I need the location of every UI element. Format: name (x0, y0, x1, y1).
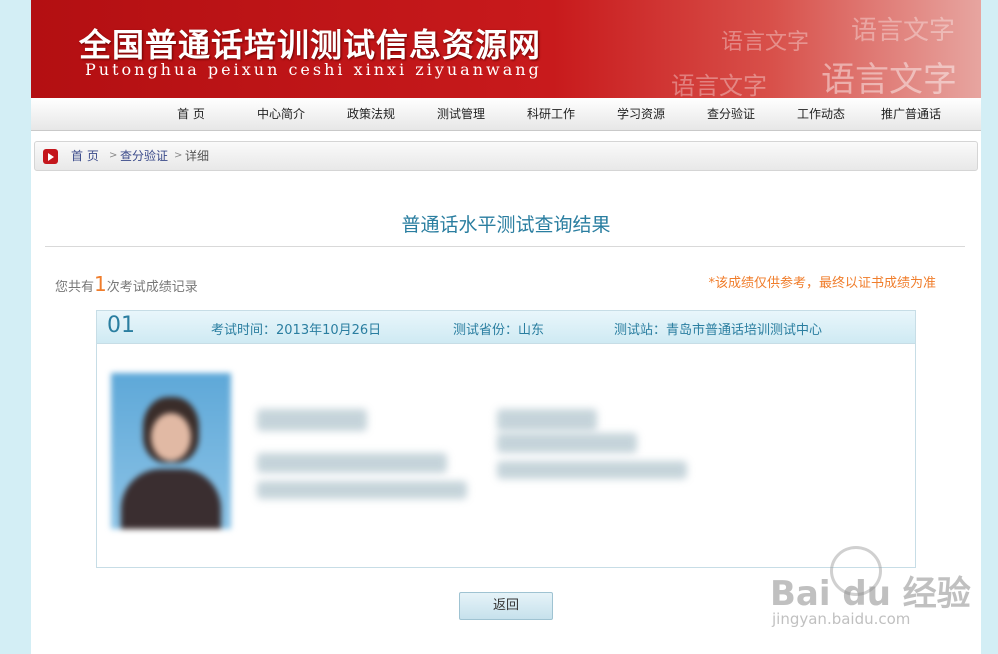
breadcrumb: 首 页 > 查分验证 > 详细 (34, 141, 978, 171)
exam-station: 测试站：青岛市普通话培训测试中心 (614, 323, 823, 338)
blurred-info (257, 481, 467, 499)
nav-item-policy[interactable]: 政策法规 (326, 98, 416, 130)
divider (45, 246, 965, 247)
nav-item-news[interactable]: 工作动态 (776, 98, 866, 130)
banner-decoration: 语言文字 (851, 16, 956, 46)
blurred-info (257, 409, 367, 431)
breadcrumb-separator: > (174, 150, 183, 161)
nav-item-resources[interactable]: 学习资源 (596, 98, 686, 130)
record-number: 01 (107, 313, 135, 338)
nav-item-home[interactable]: 首 页 (146, 98, 236, 130)
nav-item-research[interactable]: 科研工作 (506, 98, 596, 130)
back-button[interactable]: 返回 (459, 592, 553, 620)
breadcrumb-current: 详细 (185, 149, 210, 163)
nav-item-about[interactable]: 中心简介 (236, 98, 326, 130)
exam-time: 考试时间：2013年10月26日 (211, 323, 382, 338)
breadcrumb-separator: > (109, 150, 118, 161)
breadcrumb-home[interactable]: 首 页 (71, 142, 99, 170)
banner-decoration: 语言文字 (721, 30, 810, 55)
nav-item-score-check[interactable]: 查分验证 (686, 98, 776, 130)
site-subtitle: Putonghua peixun ceshi xinxi ziyuanwang (85, 60, 542, 79)
candidate-photo (111, 373, 231, 529)
banner-decoration: 语言文字 (821, 60, 957, 98)
nav-item-test-management[interactable]: 测试管理 (416, 98, 506, 130)
play-arrow-icon (43, 149, 58, 164)
record-suffix: 次考试成绩记录 (106, 280, 198, 295)
blurred-info (257, 453, 447, 473)
page-title: 普通话水平测试查询结果 (401, 214, 611, 236)
card-header: 01 考试时间：2013年10月26日 测试省份：山东 测试站：青岛市普通话培训… (97, 311, 915, 344)
watermark: Bai du 经验 jingyan.baidu.com (770, 546, 980, 636)
score-notice: *该成绩仅供参考，最终以证书成绩为准 (708, 276, 936, 291)
main-nav: 首 页 中心简介 政策法规 测试管理 科研工作 学习资源 查分验证 工作动态 推… (31, 98, 981, 131)
exam-province: 测试省份：山东 (453, 323, 545, 338)
watermark-logo: Bai du 经验 (770, 574, 971, 614)
record-count: 1 (94, 272, 107, 296)
watermark-url: jingyan.baidu.com (772, 610, 911, 628)
record-summary: 您共有1次考试成绩记录 (55, 272, 198, 296)
photo-body (121, 469, 221, 529)
photo-face (151, 413, 191, 461)
banner-decoration: 语言文字 (671, 72, 767, 98)
record-prefix: 您共有 (55, 280, 95, 295)
exam-record-card: 01 考试时间：2013年10月26日 测试省份：山东 测试站：青岛市普通话培训… (96, 310, 916, 568)
site-banner: 语言文字 语言文字 语言文字 语言文字 全国普通话培训测试信息资源网 Puton… (31, 0, 981, 98)
blurred-info (497, 433, 637, 453)
breadcrumb-score-check[interactable]: 查分验证 (120, 142, 168, 170)
blurred-info (497, 461, 687, 479)
blurred-info (497, 409, 597, 431)
nav-item-promotion[interactable]: 推广普通话 (866, 98, 956, 130)
